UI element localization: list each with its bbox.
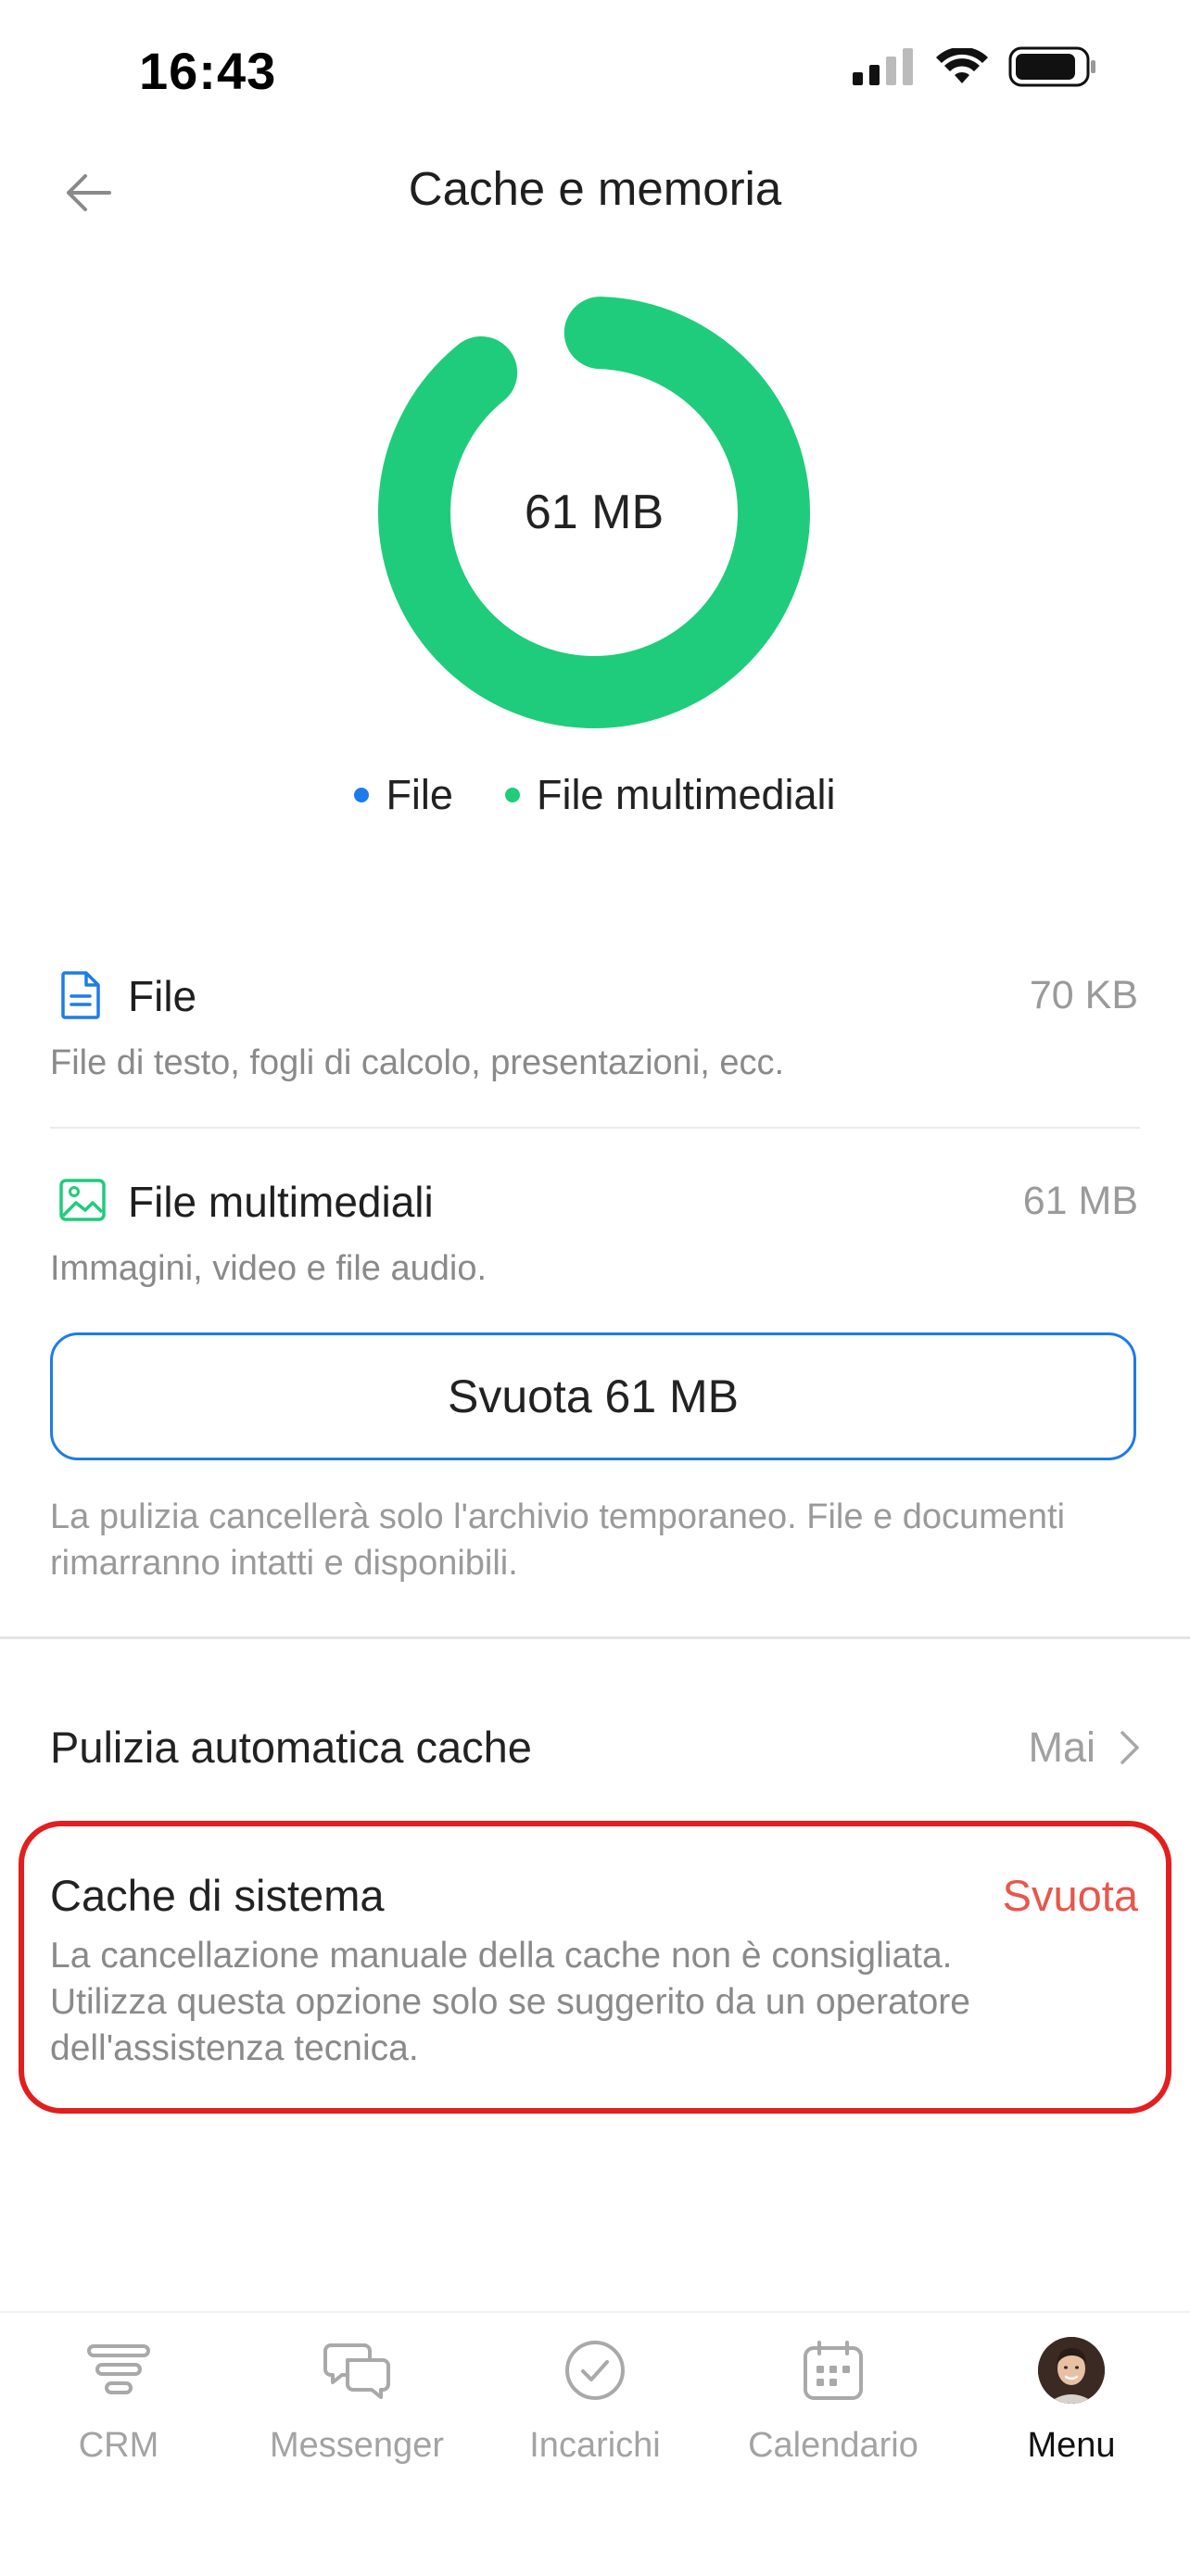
system-cache-clear-button[interactable]: Svuota: [1003, 1870, 1138, 1921]
clear-note: La pulizia cancellerà solo l'archivio te…: [50, 1497, 1066, 1583]
legend-item-media: File multimediali: [504, 771, 836, 819]
auto-clean-value: Mai: [1028, 1723, 1095, 1771]
calendar-icon: [804, 2341, 863, 2400]
tab-calendario[interactable]: Calendario: [715, 2333, 952, 2466]
check-circle-icon: [565, 2341, 625, 2400]
tab-menu[interactable]: Menu: [953, 2333, 1190, 2466]
auto-clean-label: Pulizia automatica cache: [50, 1723, 532, 1772]
status-icons: [853, 46, 1097, 87]
file-row-size: 70 KB: [1029, 973, 1138, 1017]
clear-cache-button[interactable]: Svuota 61 MB: [50, 1332, 1136, 1460]
legend-label-media: File multimediali: [536, 771, 836, 818]
crm-funnel-icon: [87, 2344, 150, 2394]
tab-label-menu: Menu: [1027, 2426, 1116, 2465]
tab-label-messenger: Messenger: [270, 2426, 444, 2465]
legend-item-file: File: [354, 771, 453, 819]
auto-clean-value-group: Mai: [1028, 1724, 1140, 1772]
tab-incarichi[interactable]: Incarichi: [476, 2333, 714, 2466]
legend-label-file: File: [386, 771, 453, 818]
system-cache-title: Cache di sistema: [50, 1871, 385, 1920]
tab-label-incarichi: Incarichi: [529, 2426, 661, 2465]
status-time: 16:43: [139, 42, 277, 100]
donut-center-label: 61 MB: [524, 486, 665, 539]
chat-bubbles-icon: [323, 2343, 390, 2399]
cellular-signal-icon: [853, 48, 913, 85]
image-icon: [59, 1179, 106, 1221]
section-divider: [0, 1636, 1190, 1639]
tab-label-crm: CRM: [78, 2426, 159, 2465]
battery-icon: [1008, 46, 1095, 87]
chart-legend: File File multimediali: [0, 771, 1190, 819]
legend-dot-media: [504, 788, 520, 802]
avatar: [1038, 2337, 1105, 2404]
chevron-right-icon: [1120, 1730, 1139, 1764]
bottom-tab-bar: CRM Messenger Incarichi Calendario Menu: [0, 2311, 1190, 2576]
tab-crm[interactable]: CRM: [0, 2333, 237, 2466]
file-row-description: File di testo, fogli di calcolo, present…: [50, 1043, 785, 1082]
document-icon: [61, 971, 100, 1019]
media-row-title: File multimediali: [128, 1178, 434, 1226]
tab-label-calendario: Calendario: [748, 2426, 918, 2465]
legend-dot-file: [354, 788, 370, 802]
tab-messenger[interactable]: Messenger: [238, 2333, 475, 2466]
auto-clean-row[interactable]: Pulizia automatica cache Mai: [50, 1722, 1140, 1773]
media-row-description: Immagini, video e file audio.: [50, 1249, 487, 1288]
row-divider: [50, 1127, 1140, 1129]
media-row-size: 61 MB: [1022, 1179, 1138, 1223]
system-cache-description: La cancellazione manuale della cache non…: [50, 1936, 970, 2068]
wifi-icon: [936, 48, 988, 83]
file-row-title: File: [128, 972, 197, 1020]
page-title: Cache e memoria: [408, 162, 782, 215]
